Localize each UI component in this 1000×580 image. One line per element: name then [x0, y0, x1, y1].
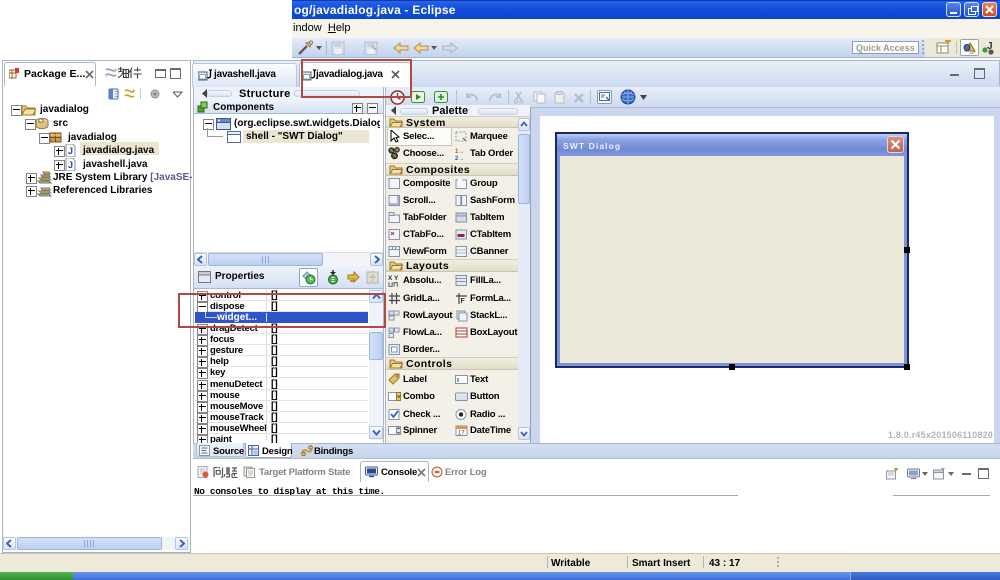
svg-text:J: J — [68, 146, 73, 156]
svg-text:1→: 1→ — [455, 149, 464, 155]
svg-text:2→: 2→ — [455, 156, 464, 160]
svg-text:17: 17 — [458, 431, 465, 437]
svg-text:J: J — [68, 160, 73, 170]
svg-text:⊔⊓: ⊔⊓ — [388, 282, 398, 288]
svg-text:F: F — [461, 298, 466, 305]
